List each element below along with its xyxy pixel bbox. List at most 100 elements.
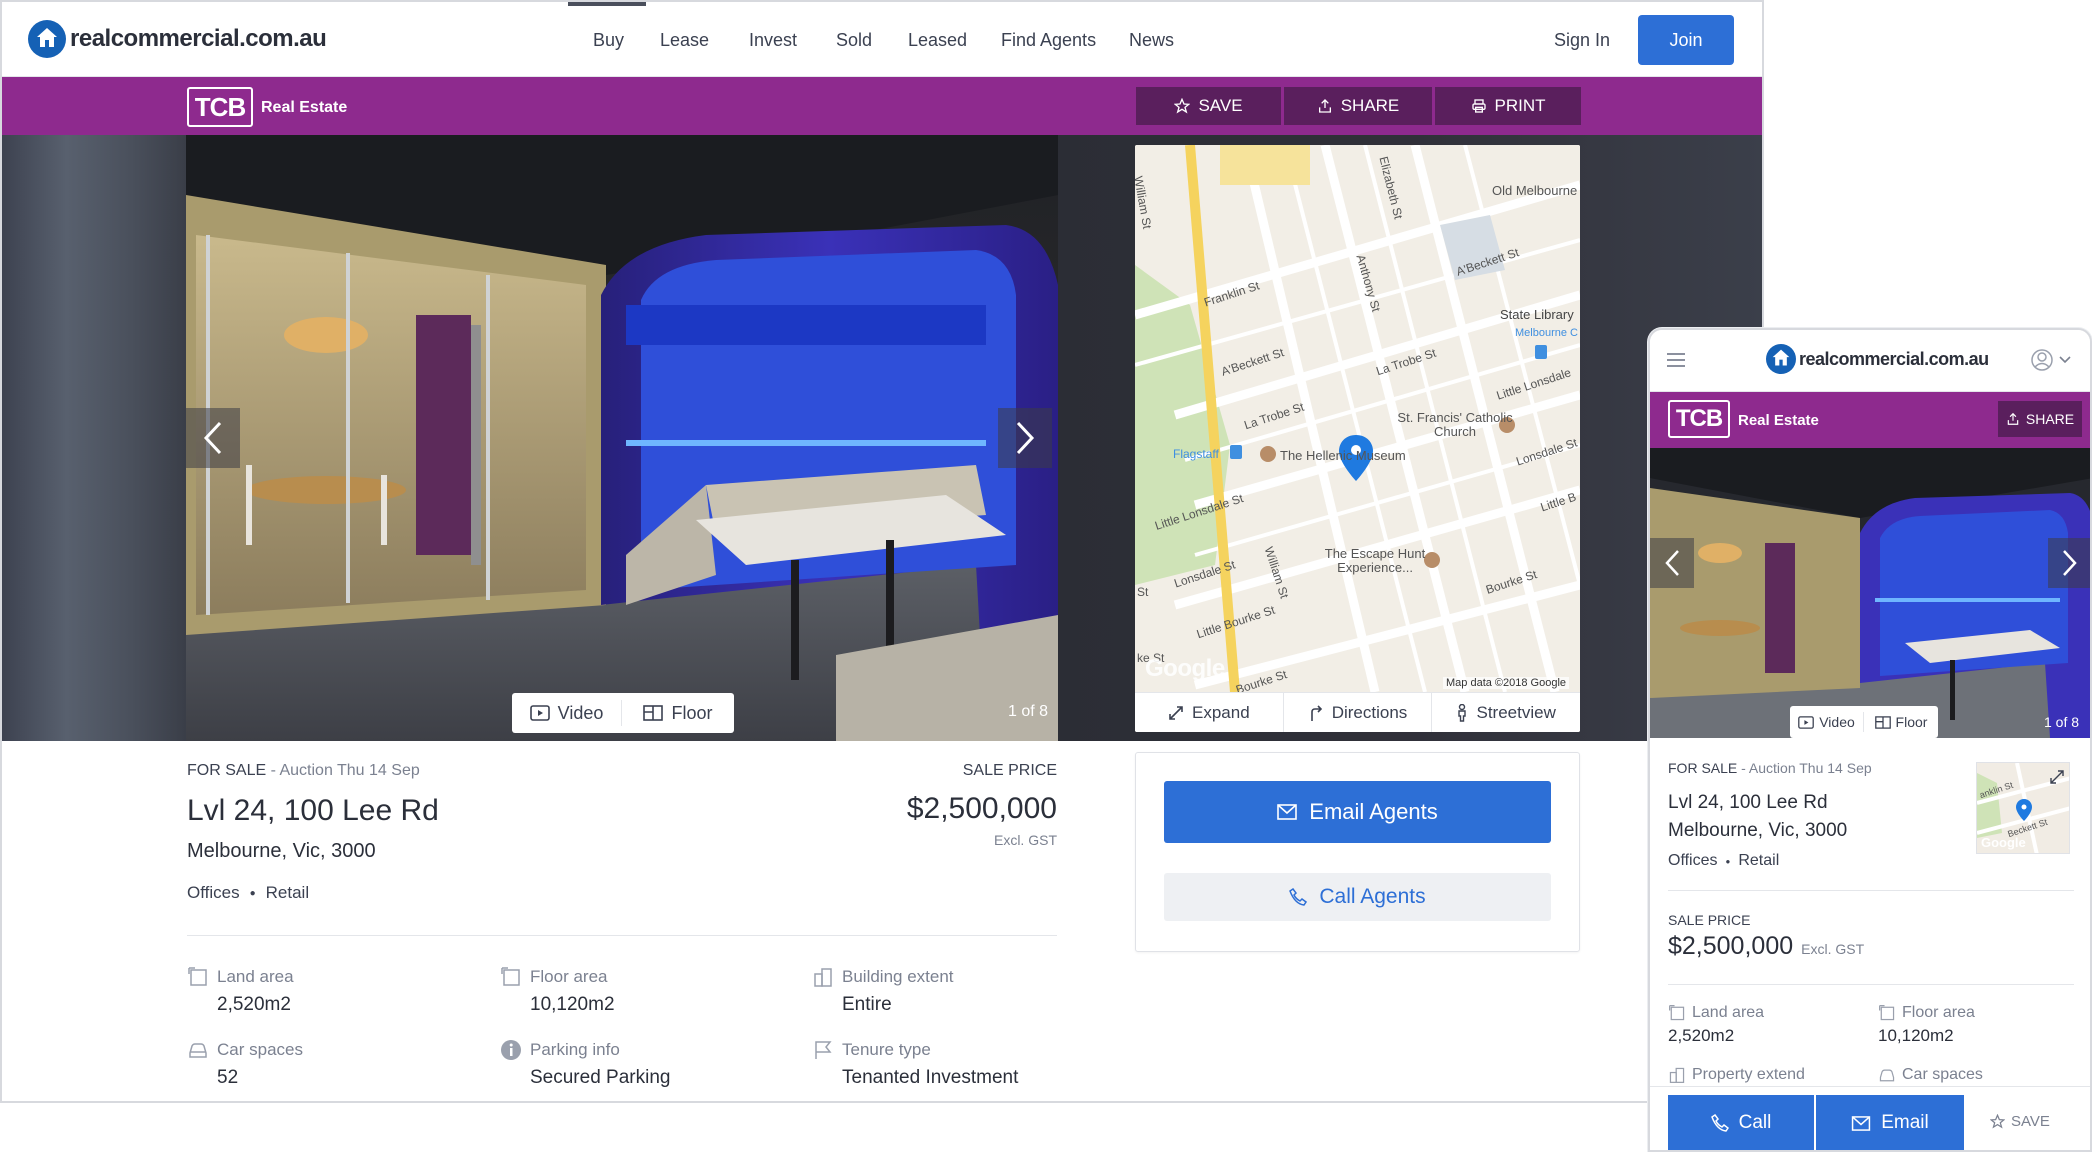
call-agents-button[interactable]: Call Agents — [1164, 873, 1551, 921]
nav-invest[interactable]: Invest — [749, 30, 797, 51]
separator-dot: ● — [249, 887, 256, 899]
property-type: Retail — [1738, 852, 1780, 869]
feature-label: Car spaces — [1902, 1066, 1983, 1083]
video-button[interactable]: Video — [1790, 712, 1864, 732]
top-navigation: realcommercial.com.au Buy Lease Invest S… — [2, 2, 1762, 77]
join-button[interactable]: Join — [1638, 15, 1734, 65]
gallery-backdrop-left — [2, 135, 186, 741]
video-button[interactable]: Video — [512, 700, 622, 726]
mini-map[interactable]: anklin St Beckett St Google — [1976, 762, 2070, 854]
phone-icon — [1710, 1114, 1729, 1132]
feature-car-spaces: Car spaces 52 — [187, 1039, 303, 1089]
nav-find-agents[interactable]: Find Agents — [1001, 30, 1096, 51]
feature-value: 2,520m2 — [1668, 1026, 1735, 1045]
share-label: SHARE — [2025, 411, 2075, 427]
agency-branding-bar: TCB Real Estate SAVE SHARE PRINT — [2, 77, 1762, 135]
flag-icon — [815, 1041, 832, 1059]
call-agents-label: Call Agents — [1319, 885, 1426, 908]
site-logo[interactable]: realcommercial.com.au — [1766, 344, 1989, 374]
pegman-icon — [1458, 703, 1467, 722]
floor-area-icon — [1879, 1005, 1895, 1021]
chevron-right-icon — [2063, 550, 2077, 576]
sale-status: FOR SALE — [187, 762, 267, 779]
directions-label: Directions — [1331, 702, 1408, 722]
location-map[interactable]: Elizabeth St Old Melbourne William St Fr… — [1135, 145, 1580, 732]
call-button[interactable]: Call — [1668, 1095, 1814, 1150]
listing-address: Lvl 24, 100 Lee Rd — [1668, 792, 1828, 813]
gallery-next-button[interactable] — [998, 408, 1052, 468]
photo-counter: 1 of 8 — [2044, 714, 2080, 730]
nav-sold[interactable]: Sold — [836, 30, 872, 51]
feature-label: Property extend — [1692, 1066, 1805, 1083]
nav-buy[interactable]: Buy — [593, 30, 624, 51]
feature-tenure-type: Tenure type Tenanted Investment — [812, 1039, 1018, 1089]
floor-label: Floor — [671, 702, 713, 723]
property-type: Offices — [187, 883, 240, 902]
chevron-down-icon — [2059, 356, 2071, 364]
info-icon — [501, 1040, 521, 1060]
price-label: SALE PRICE — [962, 762, 1057, 779]
building-icon — [1669, 1067, 1685, 1083]
share-label: SHARE — [1340, 96, 1400, 115]
streetview-button[interactable]: Streetview — [1432, 693, 1580, 732]
mobile-gallery-next[interactable] — [2048, 538, 2090, 588]
map-toolbar: Expand Directions Streetview — [1135, 692, 1580, 732]
logo-text: realcommercial.com.au — [1799, 348, 1989, 369]
directions-button[interactable]: Directions — [1284, 693, 1433, 732]
email-agents-button[interactable]: Email Agents — [1164, 781, 1551, 843]
nav-active-indicator — [568, 2, 646, 6]
share-button[interactable]: SHARE — [1284, 87, 1432, 125]
floor-label: Floor — [1895, 714, 1928, 730]
office-booth-image — [1650, 448, 2090, 738]
star-icon — [1990, 1114, 2005, 1129]
mobile-gallery-prev[interactable] — [1650, 538, 1694, 588]
mobile-gallery[interactable]: Video Floor 1 of 8 — [1650, 448, 2090, 738]
email-agents-label: Email Agents — [1309, 799, 1438, 824]
nav-lease[interactable]: Lease — [660, 30, 709, 51]
map-label: Old Melbourne — [1492, 183, 1578, 198]
save-button[interactable]: SAVE — [1136, 87, 1281, 125]
agency-logo[interactable]: TCB — [187, 87, 253, 127]
feature-value: Tenanted Investment — [842, 1067, 1019, 1088]
agency-logo[interactable]: TCB — [1668, 400, 1730, 438]
nav-leased[interactable]: Leased — [908, 30, 967, 51]
listing-status-line: FOR SALE - Auction Thu 14 Sep — [187, 762, 420, 780]
save-label: SAVE — [1198, 96, 1243, 115]
call-label: Call — [1738, 1112, 1772, 1133]
auction-date: - Auction Thu 14 Sep — [1741, 760, 1872, 776]
site-logo[interactable]: realcommercial.com.au — [28, 20, 327, 58]
chevron-left-icon — [203, 421, 222, 455]
land-area-icon — [1669, 1005, 1685, 1021]
feature-value: Secured Parking — [530, 1067, 671, 1088]
sign-in-link[interactable]: Sign In — [1554, 30, 1610, 51]
floorplan-button[interactable]: Floor — [1864, 714, 1938, 730]
expand-icon[interactable] — [2049, 769, 2065, 785]
listing-photo[interactable] — [186, 135, 1058, 741]
gallery-prev-button[interactable] — [186, 408, 240, 468]
desktop-view: realcommercial.com.au Buy Lease Invest S… — [0, 0, 1764, 1103]
email-button[interactable]: Email — [1816, 1095, 1964, 1150]
print-button[interactable]: PRINT — [1435, 87, 1581, 125]
envelope-icon — [1277, 804, 1298, 820]
nav-news[interactable]: News — [1129, 30, 1174, 51]
feature-land-area: Land area 2,520m2 — [187, 966, 294, 1016]
mobile-save-button[interactable]: SAVE — [1990, 1113, 2050, 1130]
expand-map-button[interactable]: Expand — [1135, 693, 1284, 732]
feature-label: Tenure type — [842, 1040, 931, 1059]
house-icon — [28, 20, 66, 58]
feature-property-extend: Property extend — [1668, 1066, 1805, 1084]
media-toggle-bar: Video Floor — [512, 693, 734, 733]
mobile-header: realcommercial.com.au — [1650, 330, 2090, 392]
feature-label: Floor area — [1902, 1004, 1975, 1021]
mobile-share-button[interactable]: SHARE — [1998, 401, 2082, 437]
car-icon — [1879, 1069, 1895, 1082]
hamburger-menu-icon[interactable] — [1666, 352, 1686, 368]
video-icon — [1798, 715, 1815, 729]
mobile-agency-bar: TCB Real Estate SHARE — [1650, 392, 2090, 448]
building-icon — [814, 968, 832, 987]
account-menu[interactable] — [2030, 348, 2072, 372]
land-area-icon — [188, 967, 207, 986]
feature-floor-area: Floor area 10,120m2 — [1878, 1004, 1975, 1046]
floorplan-button[interactable]: Floor — [622, 703, 734, 724]
listing-suburb: Melbourne, Vic, 3000 — [1668, 820, 1848, 841]
